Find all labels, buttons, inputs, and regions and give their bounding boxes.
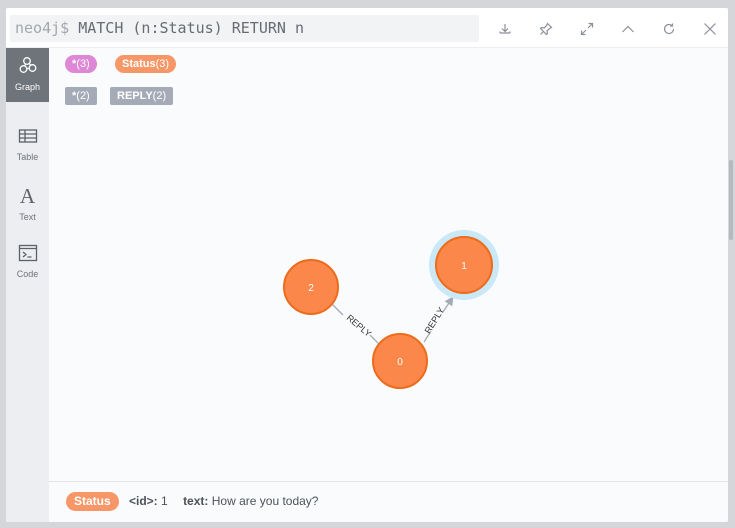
download-icon [499, 24, 511, 34]
relationship-label: REPLY [423, 306, 447, 336]
graph-node[interactable]: 0 [372, 333, 428, 389]
rerun-button[interactable] [656, 16, 682, 42]
relationship-reply[interactable]: REPLY [331, 303, 386, 351]
close-button[interactable] [697, 16, 723, 42]
result-frame: neo4j$ MATCH (n:Status) RETURN n Graph T… [6, 8, 728, 522]
node-properties: <id>: 1 text: How are you today? [129, 494, 330, 508]
relationship-reply[interactable]: REPLY [423, 296, 454, 343]
sidebar-item-label: Code [16, 269, 39, 279]
sidebar-item-label: Text [19, 212, 36, 222]
collapse-icon [622, 25, 634, 33]
sidebar-item-graph[interactable]: Graph [6, 48, 49, 102]
property-value: How are you today? [211, 494, 319, 508]
property-key: text: [183, 494, 209, 508]
pin-icon [539, 22, 553, 36]
graph-node[interactable]: 2 [283, 259, 339, 315]
inspector-bar: Status <id>: 1 text: How are you today? [49, 481, 728, 522]
query-prompt: neo4j$ [15, 19, 70, 37]
pin-button[interactable] [533, 16, 559, 42]
scrollbar[interactable] [729, 160, 733, 240]
node-caption: 2 [308, 283, 314, 294]
graph-svg: REPLY REPLY 2 0 1 [283, 230, 499, 389]
sidebar-item-code[interactable]: Code [6, 236, 49, 291]
refresh-icon [663, 23, 675, 35]
query-editor[interactable]: neo4j$ MATCH (n:Status) RETURN n [10, 15, 479, 42]
status-label-badge[interactable]: Status [66, 492, 119, 511]
view-sidebar: Graph Table A Text Code [6, 48, 49, 522]
expand-icon [580, 22, 594, 36]
code-icon [18, 244, 37, 262]
sidebar-item-text[interactable]: A Text [6, 178, 49, 233]
property-value: 1 [161, 494, 168, 508]
graph-node-selected[interactable]: 1 [429, 230, 499, 300]
collapse-button[interactable] [615, 16, 641, 42]
graph-canvas[interactable]: REPLY REPLY 2 0 1 [49, 48, 728, 481]
table-icon [18, 129, 37, 143]
text-icon: A [19, 184, 36, 208]
node-caption: 1 [461, 261, 467, 272]
property-key: <id>: [129, 494, 158, 508]
sidebar-item-table[interactable]: Table [6, 120, 49, 175]
frame-header: neo4j$ MATCH (n:Status) RETURN n [6, 8, 728, 48]
download-button[interactable] [492, 16, 518, 42]
query-text[interactable]: MATCH (n:Status) RETURN n [78, 19, 304, 37]
node-caption: 0 [397, 357, 403, 368]
graph-icon [19, 57, 36, 73]
close-icon [704, 23, 716, 35]
sidebar-item-label: Graph [14, 82, 40, 92]
relationship-label: REPLY [345, 313, 374, 339]
sidebar-item-label: Table [16, 152, 39, 162]
fullscreen-button[interactable] [574, 16, 600, 42]
